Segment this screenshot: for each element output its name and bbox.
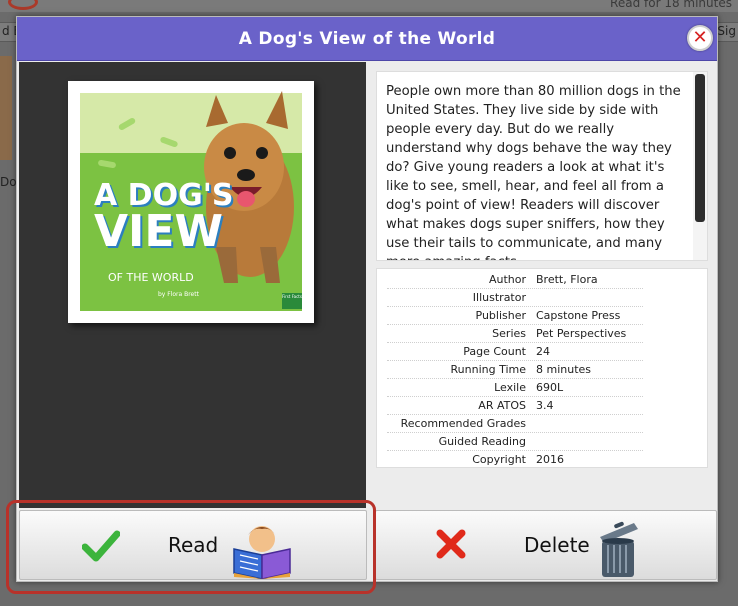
metadata-value: 3.4 [536,399,554,412]
table-row: Lexile 690L [387,379,643,397]
metadata-value: 8 minutes [536,363,592,376]
table-row: Page Count 24 [387,343,643,361]
delete-button[interactable]: Delete [375,510,717,580]
modal-header: A Dog's View of the World ✕ [17,17,717,61]
metadata-key: Page Count [463,345,526,358]
metadata-value: Pet Perspectives [536,327,627,340]
metadata-table: Author Brett, Flora Illustrator Publishe… [376,268,708,468]
metadata-value: 24 [536,345,550,358]
book-detail-modal: A Dog's View of the World ✕ A DOG'S VIEW… [16,16,718,582]
table-row: Recommended Grades [387,415,643,433]
description-box[interactable]: People own more than 80 million dogs in … [376,71,708,261]
metadata-key: AR ATOS [478,399,526,412]
metadata-value: Brett, Flora [536,273,598,286]
metadata-key: Copyright [472,453,526,466]
metadata-key: Author [488,273,526,286]
delete-label: Delete [524,533,590,557]
metadata-key: Running Time [450,363,527,376]
metadata-key: Lexile [494,381,526,394]
metadata-key: Illustrator [472,291,526,304]
table-row: Copyright 2016 [387,451,643,469]
details-panel: People own more than 80 million dogs in … [367,62,717,508]
background-topbar: Read for 18 minutes [0,0,738,12]
background-thumbnail [0,56,12,160]
background-tab-right: Sig [717,24,736,38]
x-icon [436,529,466,559]
background-read-time: Read for 18 minutes [610,0,732,10]
cover-title: A DOG'S VIEW [94,181,233,257]
trash-can-icon [600,521,638,577]
table-row: Series Pet Perspectives [387,325,643,343]
metadata-key: Guided Reading [438,435,526,448]
table-row: AR ATOS 3.4 [387,397,643,415]
description-scrollbar-thumb[interactable] [695,74,705,222]
table-row: Illustrator [387,289,643,307]
table-row: Author Brett, Flora [387,271,643,289]
metadata-value: Capstone Press [536,309,621,322]
metadata-key: Recommended Grades [400,417,526,430]
cover-subtitle: OF THE WORLD [108,271,194,284]
table-row: Guided Reading [387,433,643,451]
close-button[interactable]: ✕ [687,25,713,51]
background-label: Do [0,175,17,189]
modal-title: A Dog's View of the World [238,29,496,49]
book-description: People own more than 80 million dogs in … [386,84,681,260]
metadata-value: 690L [536,381,564,394]
cover-badge: First Facts [282,293,302,309]
cover-title-line2: VIEW [94,206,224,257]
cover-author: by Flora Brett [158,291,199,298]
table-row: Running Time 8 minutes [387,361,643,379]
metadata-key: Series [492,327,526,340]
close-icon: ✕ [692,27,708,48]
read-button-highlight [6,500,376,594]
metadata-value: 2016 [536,453,564,466]
table-row: Publisher Capstone Press [387,307,643,325]
metadata-key: Publisher [475,309,527,322]
book-cover: A DOG'S VIEW OF THE WORLD by Flora Brett… [68,81,314,323]
cover-panel: A DOG'S VIEW OF THE WORLD by Flora Brett… [19,62,366,508]
background-logo [8,0,38,10]
